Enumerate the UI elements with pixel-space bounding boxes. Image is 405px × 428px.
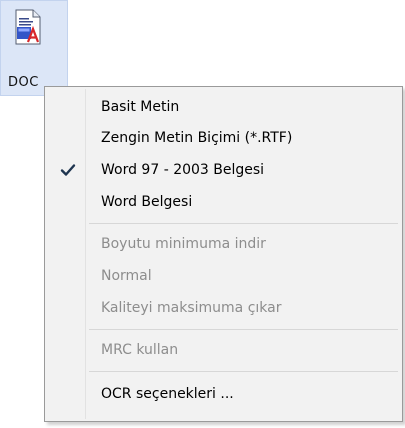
- format-label: DOC: [8, 75, 39, 90]
- menu-item-label: MRC kullan: [101, 342, 179, 358]
- menu-item-label: Basit Metin: [101, 99, 180, 115]
- checkmark-icon: [59, 161, 77, 179]
- menu-item-zengin-metin[interactable]: Zengin Metin Biçimi (*.RTF): [47, 123, 400, 153]
- stage: DOC Basit Metin Zengin Metin Biçimi (*.R…: [0, 0, 405, 428]
- menu-item-label: Normal: [101, 268, 152, 284]
- menu-item-basit-metin[interactable]: Basit Metin: [47, 92, 400, 122]
- menu-item-boyutu-minimuma-indir: Boyutu minimuma indir: [47, 229, 400, 259]
- menu-item-label: Word 97 - 2003 Belgesi: [101, 162, 265, 178]
- menu-item-mrc-kullan: MRC kullan: [47, 335, 400, 365]
- menu-item-label: Word Belgesi: [101, 194, 193, 210]
- menu-item-word-belgesi[interactable]: Word Belgesi: [47, 187, 400, 217]
- menu-separator: [89, 329, 398, 330]
- format-context-menu: Basit Metin Zengin Metin Biçimi (*.RTF) …: [44, 86, 403, 422]
- menu-item-normal: Normal: [47, 261, 400, 291]
- menu-separator: [89, 223, 398, 224]
- menu-item-ocr-secenekleri[interactable]: OCR seçenekleri ...: [47, 379, 400, 409]
- menu-item-label: Kaliteyi maksimuma çıkar: [101, 300, 282, 316]
- menu-item-label: Boyutu minimuma indir: [101, 236, 266, 252]
- menu-item-label: OCR seçenekleri ...: [101, 386, 234, 402]
- menu-item-word-97-2003[interactable]: Word 97 - 2003 Belgesi: [47, 155, 400, 185]
- word-document-icon: [13, 9, 43, 45]
- doc-format-button[interactable]: DOC: [0, 0, 68, 96]
- menu-item-label: Zengin Metin Biçimi (*.RTF): [101, 130, 293, 146]
- menu-separator: [89, 371, 398, 372]
- menu-item-kaliteyi-maksimuma-cikar: Kaliteyi maksimuma çıkar: [47, 293, 400, 323]
